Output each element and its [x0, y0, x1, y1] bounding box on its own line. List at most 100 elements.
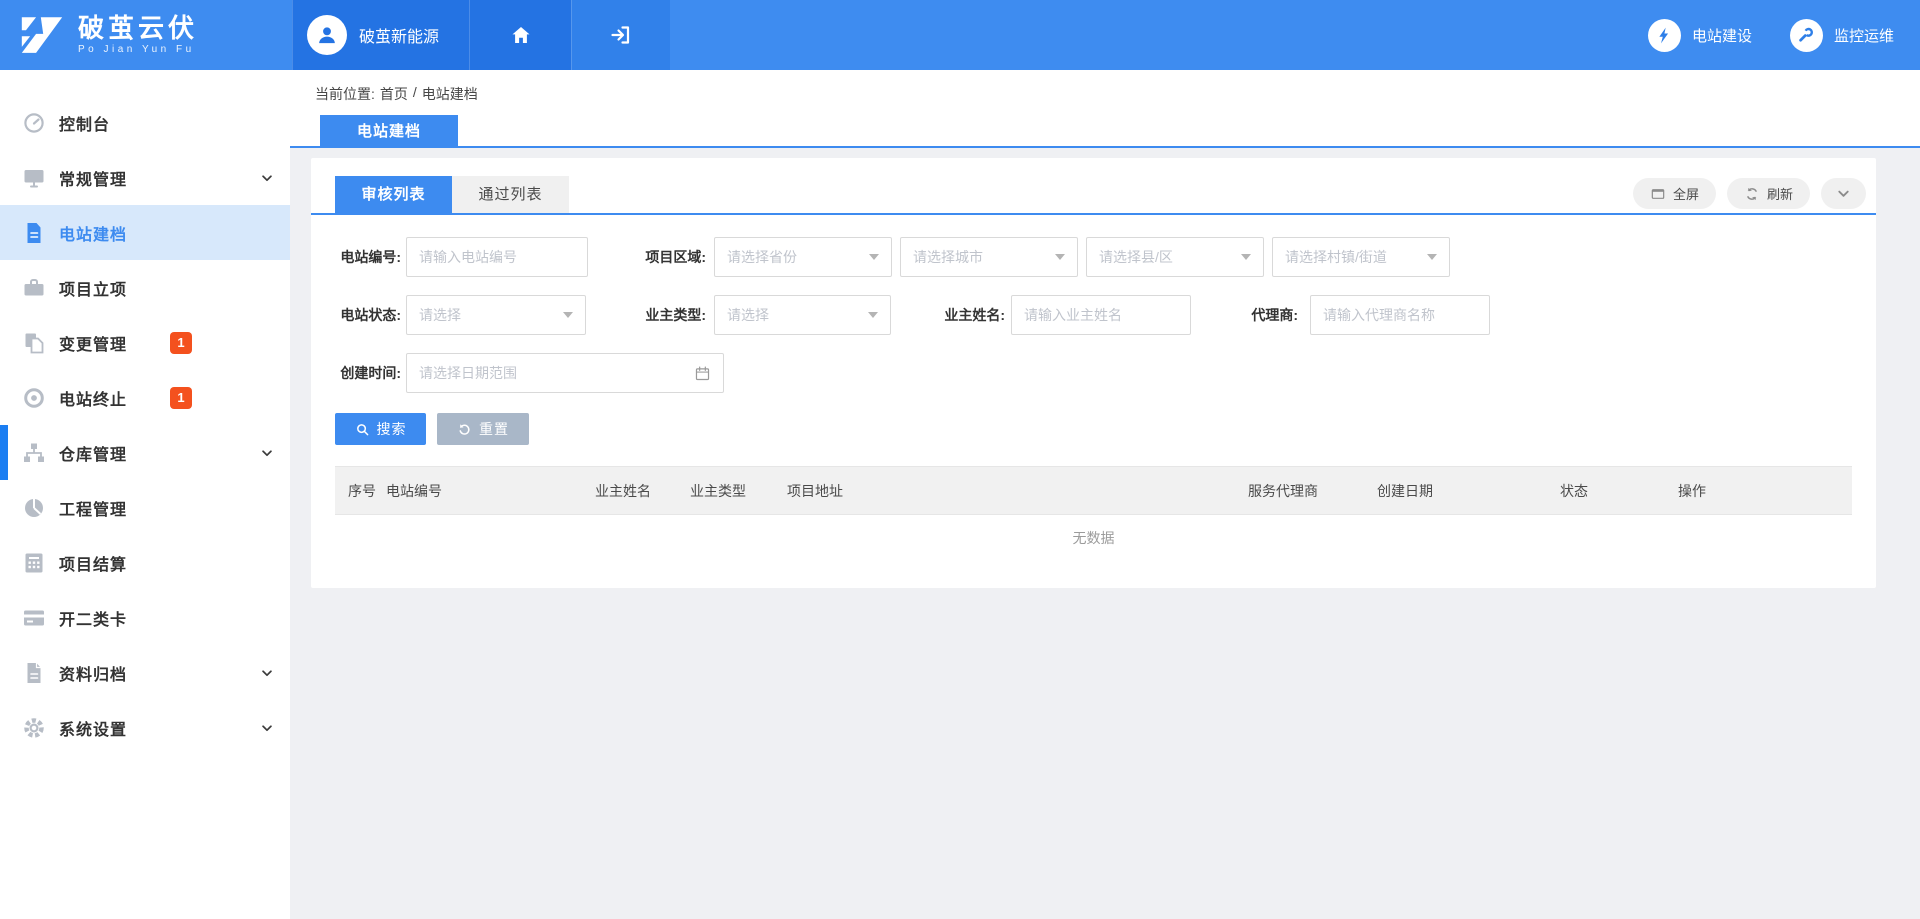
sidebar-item-data-archive[interactable]: 资料归档	[0, 645, 290, 700]
calendar-icon	[694, 365, 711, 382]
nav-monitor-ops[interactable]: 监控运维	[1790, 19, 1894, 52]
owner-type-select[interactable]: 请选择	[714, 295, 891, 335]
search-button[interactable]: 搜索	[335, 413, 426, 445]
panel-actions: 全屏 刷新	[1633, 178, 1866, 209]
sidebar-item-change-mgmt[interactable]: 变更管理 1	[0, 315, 290, 370]
sidebar-item-label: 项目结算	[59, 551, 127, 575]
province-placeholder: 请选择省份	[727, 247, 797, 267]
sidebar: 控制台 常规管理 电站建档 项目立项	[0, 70, 290, 919]
search-icon	[355, 422, 370, 437]
breadcrumb-band: 当前位置: 首页 / 电站建档 电站建档	[290, 70, 1920, 148]
filter-buttons: 搜索 重置	[311, 393, 1876, 445]
station-no-input[interactable]	[406, 237, 588, 277]
sidebar-item-station-archive[interactable]: 电站建档	[0, 205, 290, 260]
village-select[interactable]: 请选择村镇/街道	[1272, 237, 1450, 277]
page-tab-station-archive[interactable]: 电站建档	[320, 115, 458, 148]
col-owner-type: 业主类型	[690, 481, 787, 501]
sidebar-item-open-card[interactable]: 开二类卡	[0, 590, 290, 645]
search-label: 搜索	[377, 419, 407, 439]
agent-input[interactable]	[1310, 295, 1490, 335]
owner-name-input[interactable]	[1011, 295, 1191, 335]
panel-card: 审核列表 通过列表 全屏 刷新	[311, 158, 1876, 588]
nav-station-build-label: 电站建设	[1692, 25, 1752, 46]
sidebar-item-project-initiation[interactable]: 项目立项	[0, 260, 290, 315]
county-placeholder: 请选择县/区	[1099, 247, 1173, 267]
document-icon	[22, 221, 46, 245]
sidebar-item-system-settings[interactable]: 系统设置	[0, 700, 290, 755]
sidebar-item-label: 常规管理	[59, 166, 127, 190]
target-icon	[22, 386, 46, 410]
home-button[interactable]	[469, 0, 571, 70]
caret-down-icon	[1241, 254, 1251, 260]
reset-button[interactable]: 重置	[437, 413, 529, 445]
home-icon	[509, 23, 533, 47]
city-select[interactable]: 请选择城市	[900, 237, 1078, 277]
collapse-button[interactable]	[1821, 178, 1866, 209]
breadcrumb-separator: /	[413, 84, 417, 104]
user-icon	[314, 22, 340, 48]
sidebar-item-label: 控制台	[59, 111, 110, 135]
company-name: 破茧新能源	[359, 23, 439, 47]
station-no-label: 电站编号:	[335, 247, 401, 267]
nav-monitor-ops-label: 监控运维	[1834, 25, 1894, 46]
col-station-no: 电站编号	[386, 481, 595, 501]
filter-row-1: 电站编号: 项目区域: 请选择省份 请选择城市 请选择县/区	[335, 237, 1852, 277]
sidebar-item-label: 资料归档	[59, 661, 127, 685]
calculator-icon	[22, 551, 46, 575]
fullscreen-label: 全屏	[1673, 184, 1699, 203]
reset-icon	[457, 422, 472, 437]
briefcase-icon	[22, 276, 46, 300]
sidebar-item-label: 系统设置	[59, 716, 127, 740]
breadcrumb-home-link[interactable]: 首页	[380, 84, 408, 104]
sidebar-item-label: 开二类卡	[59, 606, 127, 630]
create-time-label: 创建时间:	[335, 363, 401, 383]
county-select[interactable]: 请选择县/区	[1086, 237, 1264, 277]
pie-chart-icon	[22, 496, 46, 520]
province-select[interactable]: 请选择省份	[714, 237, 892, 277]
owner-type-placeholder: 请选择	[727, 305, 769, 325]
user-menu[interactable]: 破茧新能源	[292, 0, 469, 70]
sidebar-item-general-mgmt[interactable]: 常规管理	[0, 150, 290, 205]
filter-row-2: 电站状态: 请选择 业主类型: 请选择 业主姓名: 代理商:	[335, 295, 1852, 335]
nav-station-build[interactable]: 电站建设	[1648, 19, 1752, 52]
empty-state: 无数据	[311, 515, 1876, 548]
sidebar-item-console[interactable]: 控制台	[0, 95, 290, 150]
sidebar-item-label: 仓库管理	[59, 441, 127, 465]
sidebar-item-label: 项目立项	[59, 276, 127, 300]
station-status-select[interactable]: 请选择	[406, 295, 586, 335]
sidebar-item-engineering-mgmt[interactable]: 工程管理	[0, 480, 290, 535]
top-header: 破茧云伏 Po Jian Yun Fu 破茧新能源 电站建设	[0, 0, 1920, 70]
chevron-down-icon	[1836, 186, 1851, 201]
owner-type-label: 业主类型:	[638, 305, 706, 325]
sidebar-item-station-terminate[interactable]: 电站终止 1	[0, 370, 290, 425]
city-placeholder: 请选择城市	[913, 247, 983, 267]
caret-down-icon	[1427, 254, 1437, 260]
brand-subtitle: Po Jian Yun Fu	[78, 44, 198, 55]
refresh-button[interactable]: 刷新	[1727, 178, 1810, 209]
chevron-down-icon	[260, 171, 274, 185]
tab-review-list[interactable]: 审核列表	[335, 176, 452, 213]
gauge-icon	[22, 111, 46, 135]
status-badge: 1	[170, 387, 192, 409]
fullscreen-button[interactable]: 全屏	[1633, 178, 1716, 209]
gear-icon	[22, 716, 46, 740]
col-actions: 操作	[1678, 481, 1852, 501]
sidebar-item-project-settlement[interactable]: 项目结算	[0, 535, 290, 590]
copy-icon	[22, 331, 46, 355]
sidebar-item-warehouse-mgmt[interactable]: 仓库管理	[0, 425, 290, 480]
archive-file-icon	[22, 661, 46, 685]
brand-title: 破茧云伏	[78, 15, 198, 42]
col-index: 序号	[348, 481, 386, 501]
breadcrumb: 当前位置: 首页 / 电站建档	[315, 84, 1920, 104]
refresh-label: 刷新	[1767, 184, 1793, 203]
owner-name-label: 业主姓名:	[937, 305, 1005, 325]
scroll-indicator	[0, 425, 8, 480]
tab-passed-list[interactable]: 通过列表	[452, 176, 569, 213]
sitemap-icon	[22, 441, 46, 465]
logout-button[interactable]	[571, 0, 670, 70]
avatar	[307, 15, 347, 55]
fullscreen-icon	[1650, 186, 1666, 202]
date-range-picker[interactable]: 请选择日期范围	[406, 353, 724, 393]
monitor-icon	[22, 166, 46, 190]
brand-logo-icon	[20, 16, 64, 54]
